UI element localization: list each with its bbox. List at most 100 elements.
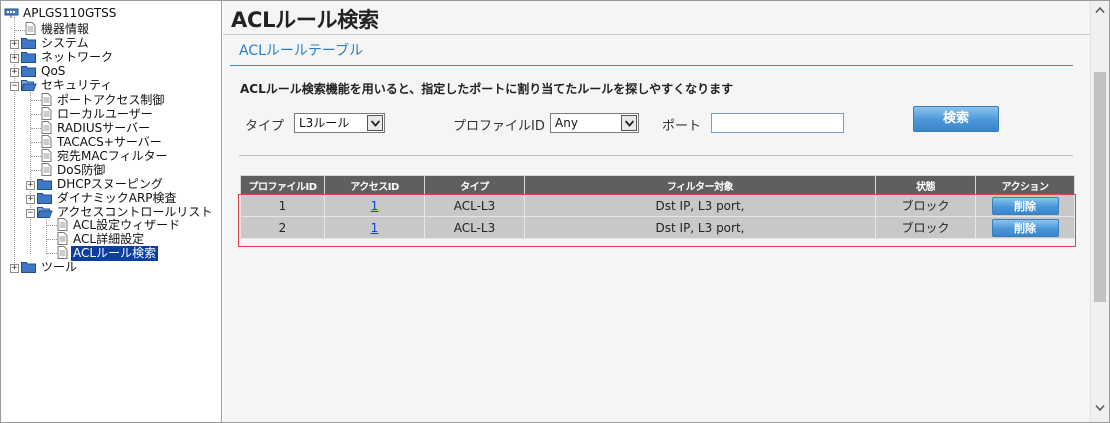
page-icon <box>41 107 52 120</box>
column-header: アクション <box>975 175 1075 195</box>
section-divider <box>230 65 1073 66</box>
tree-item-tools[interactable]: ツール <box>21 260 79 275</box>
form-divider <box>239 155 1073 156</box>
folder-open-icon <box>37 207 53 218</box>
description-text: ACLルール検索機能を用いると、指定したポートに割り当てたルールを探しやすくなり… <box>240 82 734 96</box>
tree-item-label: 宛先MACフィルター <box>57 149 168 163</box>
chevron-down-icon[interactable] <box>367 115 383 131</box>
highlight-box <box>238 194 1076 247</box>
tree-item-dos-protection[interactable]: DoS防御 <box>41 163 107 178</box>
vertical-scrollbar[interactable] <box>1090 1 1109 422</box>
tree-item-local-user[interactable]: ローカルユーザー <box>41 107 155 122</box>
search-button[interactable]: 検索 <box>913 106 999 132</box>
page-icon <box>57 232 68 245</box>
tree-item-label: DHCPスヌーピング <box>57 177 163 191</box>
tree-item-qos[interactable]: QoS <box>21 64 67 79</box>
tree-item-label: ACL設定ウィザード <box>73 218 181 232</box>
tree-item-label: システム <box>41 36 89 50</box>
tree-item-dest-mac-filter[interactable]: 宛先MACフィルター <box>41 149 170 164</box>
tree-connector <box>47 253 57 254</box>
tree-item-label: DoS防御 <box>57 163 106 177</box>
type-select[interactable]: L3ルール <box>294 113 385 133</box>
collapse-icon[interactable]: − <box>26 209 35 218</box>
expand-icon[interactable]: + <box>10 40 19 49</box>
column-header: タイプ <box>424 175 525 195</box>
table-header-row: プロファイルID アクセスID タイプ フィルター対象 状態 アクション <box>240 175 1075 195</box>
tree-connector <box>30 92 31 254</box>
expand-icon[interactable]: + <box>26 195 35 204</box>
tree-item-device-info[interactable]: 機器情報 <box>25 22 91 37</box>
section-title: ACLルールテーブル <box>239 43 364 59</box>
tree-item-acl-detail[interactable]: ACL詳細設定 <box>57 232 146 247</box>
page-icon <box>41 149 52 162</box>
tree-item-label: セキュリティ <box>41 78 113 92</box>
tree-connector <box>31 142 41 143</box>
network-switch-icon <box>4 8 19 18</box>
page-icon <box>41 121 52 134</box>
folder-icon <box>21 66 36 77</box>
tree-item-label: ツール <box>41 260 78 274</box>
tree-connector <box>31 128 41 129</box>
collapse-icon[interactable]: − <box>10 82 19 91</box>
page-icon <box>41 93 52 106</box>
tree-item-label: ローカルユーザー <box>57 107 153 121</box>
tree-item-port-access-control[interactable]: ポートアクセス制御 <box>41 93 166 108</box>
profile-id-select[interactable]: Any <box>550 113 639 133</box>
tree-connector <box>47 225 57 226</box>
type-select-value: L3ルール <box>299 116 350 130</box>
tree-root-label: APLGS110GTSS <box>23 6 117 20</box>
tree-item-dynamic-arp-inspection[interactable]: ダイナミックARP検査 <box>37 191 179 206</box>
tree-item-label: QoS <box>41 64 66 78</box>
folder-icon <box>21 38 36 49</box>
main-panel: ACLルール検索 ACLルールテーブル ACLルール検索機能を用いると、指定した… <box>223 1 1090 422</box>
tree-item-label: 機器情報 <box>41 22 90 36</box>
expand-icon[interactable]: + <box>26 181 35 190</box>
page-title: ACLルール検索 <box>231 8 379 32</box>
folder-icon <box>37 179 52 190</box>
column-header: アクセスID <box>324 175 425 195</box>
profile-id-label: プロファイルID <box>453 119 545 134</box>
column-header: フィルター対象 <box>524 175 876 195</box>
column-header: 状態 <box>875 175 976 195</box>
chevron-down-icon[interactable] <box>621 115 637 131</box>
page-icon <box>57 218 68 231</box>
chevron-down-icon[interactable] <box>1095 404 1105 412</box>
tree-item-system[interactable]: システム <box>21 36 91 51</box>
tree-item-tacacs-server[interactable]: TACACS+サーバー <box>41 135 164 150</box>
expand-icon[interactable]: + <box>10 68 19 77</box>
tree-item-label-selected: ACLルール検索 <box>71 246 159 261</box>
chevron-up-icon[interactable] <box>1095 6 1105 14</box>
page-icon <box>25 22 36 35</box>
page-icon <box>41 135 52 148</box>
scrollbar-thumb[interactable] <box>1094 72 1106 302</box>
tree-item-radius-server[interactable]: RADIUSサーバー <box>41 121 152 136</box>
tree-item-label: ダイナミックARP検査 <box>57 191 177 205</box>
page-icon <box>41 163 52 176</box>
tree-item-label: ACL詳細設定 <box>73 232 145 246</box>
expand-icon[interactable]: + <box>10 264 19 273</box>
expand-icon[interactable]: + <box>10 54 19 63</box>
tree-item-dhcp-snooping[interactable]: DHCPスヌーピング <box>37 177 165 192</box>
tree-item-acl-wizard[interactable]: ACL設定ウィザード <box>57 218 182 233</box>
tree-item-security[interactable]: セキュリティ <box>21 78 114 93</box>
tree-item-label: RADIUSサーバー <box>57 121 151 135</box>
tree-connector <box>31 114 41 115</box>
tree-item-label: ネットワーク <box>41 50 114 64</box>
tree-item-acl-rule-search[interactable]: ACLルール検索 <box>57 246 159 261</box>
tree-item-label: ポートアクセス制御 <box>57 93 165 107</box>
port-input[interactable] <box>711 113 844 133</box>
tree-connector <box>31 156 41 157</box>
folder-icon <box>37 193 52 204</box>
type-label: タイプ <box>245 119 285 134</box>
content-area: ACLルールテーブル ACLルール検索機能を用いると、指定したポートに割り当てた… <box>223 34 1090 422</box>
folder-icon <box>21 52 36 63</box>
folder-open-icon <box>21 80 37 91</box>
folder-icon <box>21 262 36 273</box>
tree-item-network[interactable]: ネットワーク <box>21 50 115 65</box>
tree-item-label: TACACS+サーバー <box>57 135 162 149</box>
port-label: ポート <box>662 119 702 134</box>
column-header: プロファイルID <box>240 175 325 195</box>
tree-connector <box>47 239 57 240</box>
tree-root[interactable]: APLGS110GTSS <box>4 6 118 21</box>
page-icon <box>57 246 68 259</box>
